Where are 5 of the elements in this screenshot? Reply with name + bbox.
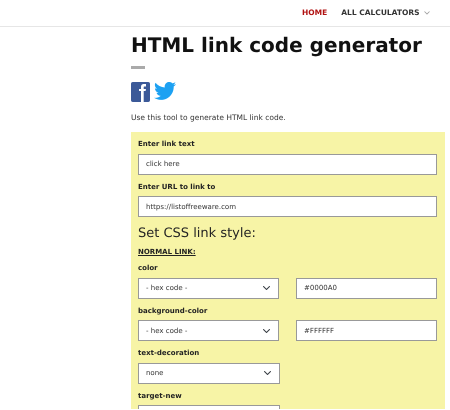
bird-icon[interactable] bbox=[154, 82, 176, 100]
facebook-icon[interactable] bbox=[131, 82, 150, 102]
caret-icon bbox=[424, 11, 430, 15]
section-heading: Set CSS link style: bbox=[138, 225, 257, 244]
page-title: HTML link code generator bbox=[131, 33, 423, 57]
